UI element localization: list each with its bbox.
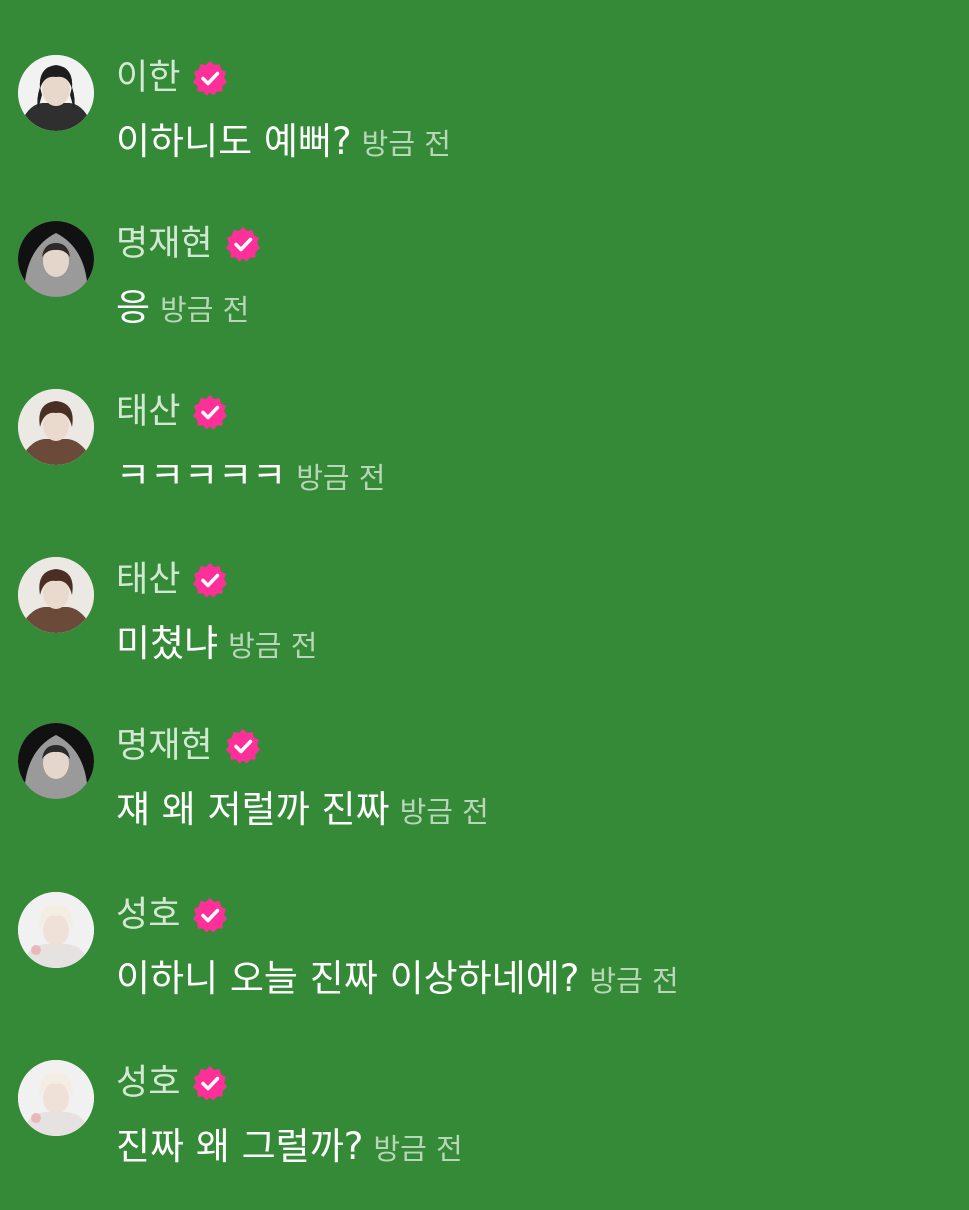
comment-item: 성호 진짜 왜 그럴까? 방금 전 [18, 1060, 948, 1210]
username[interactable]: 이한 [116, 55, 180, 101]
comment-text: 응 [116, 286, 151, 329]
comment-text: 이하니도 예뻐? [116, 120, 352, 163]
avatar[interactable] [18, 221, 94, 297]
username[interactable]: 성호 [116, 1060, 180, 1106]
username[interactable]: 명재현 [116, 221, 213, 267]
avatar[interactable] [18, 723, 94, 799]
timestamp: 방금 전 [589, 964, 679, 998]
comment-text: 진짜 왜 그럴까? [116, 1125, 364, 1168]
timestamp: 방금 전 [160, 293, 250, 327]
verified-badge-icon [225, 728, 261, 764]
avatar[interactable] [18, 389, 94, 465]
timestamp: 방금 전 [361, 127, 451, 161]
comment-item: 태산 미쳤냐 방금 전 [18, 557, 948, 707]
avatar[interactable] [18, 55, 94, 131]
comment-text: 미쳤냐 [116, 622, 219, 665]
verified-badge-icon [192, 60, 228, 96]
username[interactable]: 성호 [116, 892, 180, 938]
timestamp: 방금 전 [373, 1132, 463, 1166]
avatar[interactable] [18, 557, 94, 633]
verified-badge-icon [192, 394, 228, 430]
timestamp: 방금 전 [399, 795, 489, 829]
comment-item: 이한 이하니도 예뻐? 방금 전 [18, 55, 948, 205]
username[interactable]: 명재현 [116, 723, 213, 769]
username[interactable]: 태산 [116, 557, 180, 603]
verified-badge-icon [192, 1065, 228, 1101]
comment-item: 성호 이하니 오늘 진짜 이상하네에? 방금 전 [18, 892, 948, 1042]
comment-item: 태산 ㅋㅋㅋㅋㅋ 방금 전 [18, 389, 948, 539]
comment-text: ㅋㅋㅋㅋㅋ [116, 454, 287, 497]
comment-text: 이하니 오늘 진짜 이상하네에? [116, 957, 580, 1000]
avatar[interactable] [18, 892, 94, 968]
username[interactable]: 태산 [116, 389, 180, 435]
comment-item: 명재현 쟤 왜 저럴까 진짜 방금 전 [18, 723, 948, 873]
verified-badge-icon [192, 562, 228, 598]
comment-text: 쟤 왜 저럴까 진짜 [116, 788, 390, 831]
comment-item: 명재현 응 방금 전 [18, 221, 948, 371]
verified-badge-icon [192, 897, 228, 933]
timestamp: 방금 전 [228, 629, 318, 663]
avatar[interactable] [18, 1060, 94, 1136]
timestamp: 방금 전 [296, 461, 386, 495]
verified-badge-icon [225, 226, 261, 262]
